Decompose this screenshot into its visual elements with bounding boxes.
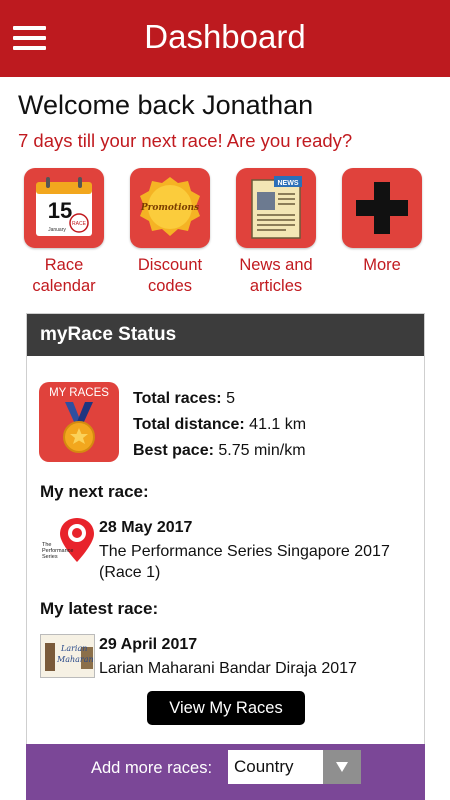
calendar-stamp: RACE (72, 221, 87, 227)
latest-race-heading: My latest race: (40, 599, 159, 618)
medal-icon (63, 402, 95, 453)
chevron-down-icon[interactable] (323, 750, 361, 784)
page-title: Dashboard (144, 18, 306, 55)
add-races-bar: Add more races: Country (26, 744, 425, 800)
tile-label: News and articles (239, 256, 313, 295)
calendar-icon: 15 January RACE (24, 168, 104, 248)
next-race-logo[interactable]: The Performance Series (40, 514, 95, 569)
plus-icon (342, 168, 422, 248)
calendar-month: January (48, 227, 66, 233)
svg-text:Larian: Larian (60, 644, 87, 653)
svg-text:Series: Series (42, 554, 58, 560)
news-articles-tile[interactable]: NEWS News and articles (223, 168, 329, 297)
calendar-day: 15 (48, 198, 72, 223)
best-pace-row: Best pace: 5.75 min/km (133, 442, 306, 459)
welcome-greeting: Welcome back Jonathan (18, 90, 314, 120)
tile-label: Discount codes (137, 256, 203, 295)
latest-race-name[interactable]: Larian Maharani Bandar Diraja 2017 (99, 658, 419, 679)
country-select[interactable]: Country (228, 750, 361, 784)
promotions-badge-icon: Promotions (130, 168, 210, 248)
view-my-races-button[interactable]: View My Races (147, 691, 305, 725)
news-tag: NEWS (278, 180, 299, 187)
race-stats: Total races: 5 Total distance: 41.1 km B… (133, 386, 306, 464)
add-races-label: Add more races: (91, 759, 213, 777)
status-card-title: myRace Status (27, 314, 424, 356)
tile-label: More (363, 256, 401, 274)
app-header: Dashboard (0, 0, 450, 77)
quick-actions: 15 January RACE Race calendar Promotions… (0, 168, 450, 298)
newspaper-icon: NEWS (236, 168, 316, 248)
svg-text:Maharani: Maharani (56, 655, 95, 664)
race-calendar-tile[interactable]: 15 January RACE Race calendar (11, 168, 117, 297)
next-race-heading: My next race: (40, 482, 149, 501)
country-select-value: Country (234, 757, 294, 776)
latest-race-date: 29 April 2017 (99, 636, 198, 653)
tile-label: Race calendar (32, 256, 96, 295)
discount-codes-tile[interactable]: Promotions Discount codes (117, 168, 223, 297)
next-race-name[interactable]: The Performance Series Singapore 2017 (R… (99, 541, 419, 583)
more-tile[interactable]: More (329, 168, 435, 276)
race-countdown-text: 7 days till your next race! Are you read… (18, 130, 353, 151)
my-races-badge: MY RACES (39, 382, 119, 462)
myrace-status-card: myRace Status MY RACES Total races: 5 To… (26, 313, 425, 773)
latest-race-logo[interactable]: Larian Maharani (40, 634, 95, 678)
next-race-date: 28 May 2017 (99, 519, 193, 536)
total-races-row: Total races: 5 (133, 390, 235, 407)
total-distance-row: Total distance: 41.1 km (133, 416, 307, 433)
promotions-text: Promotions (140, 203, 199, 213)
